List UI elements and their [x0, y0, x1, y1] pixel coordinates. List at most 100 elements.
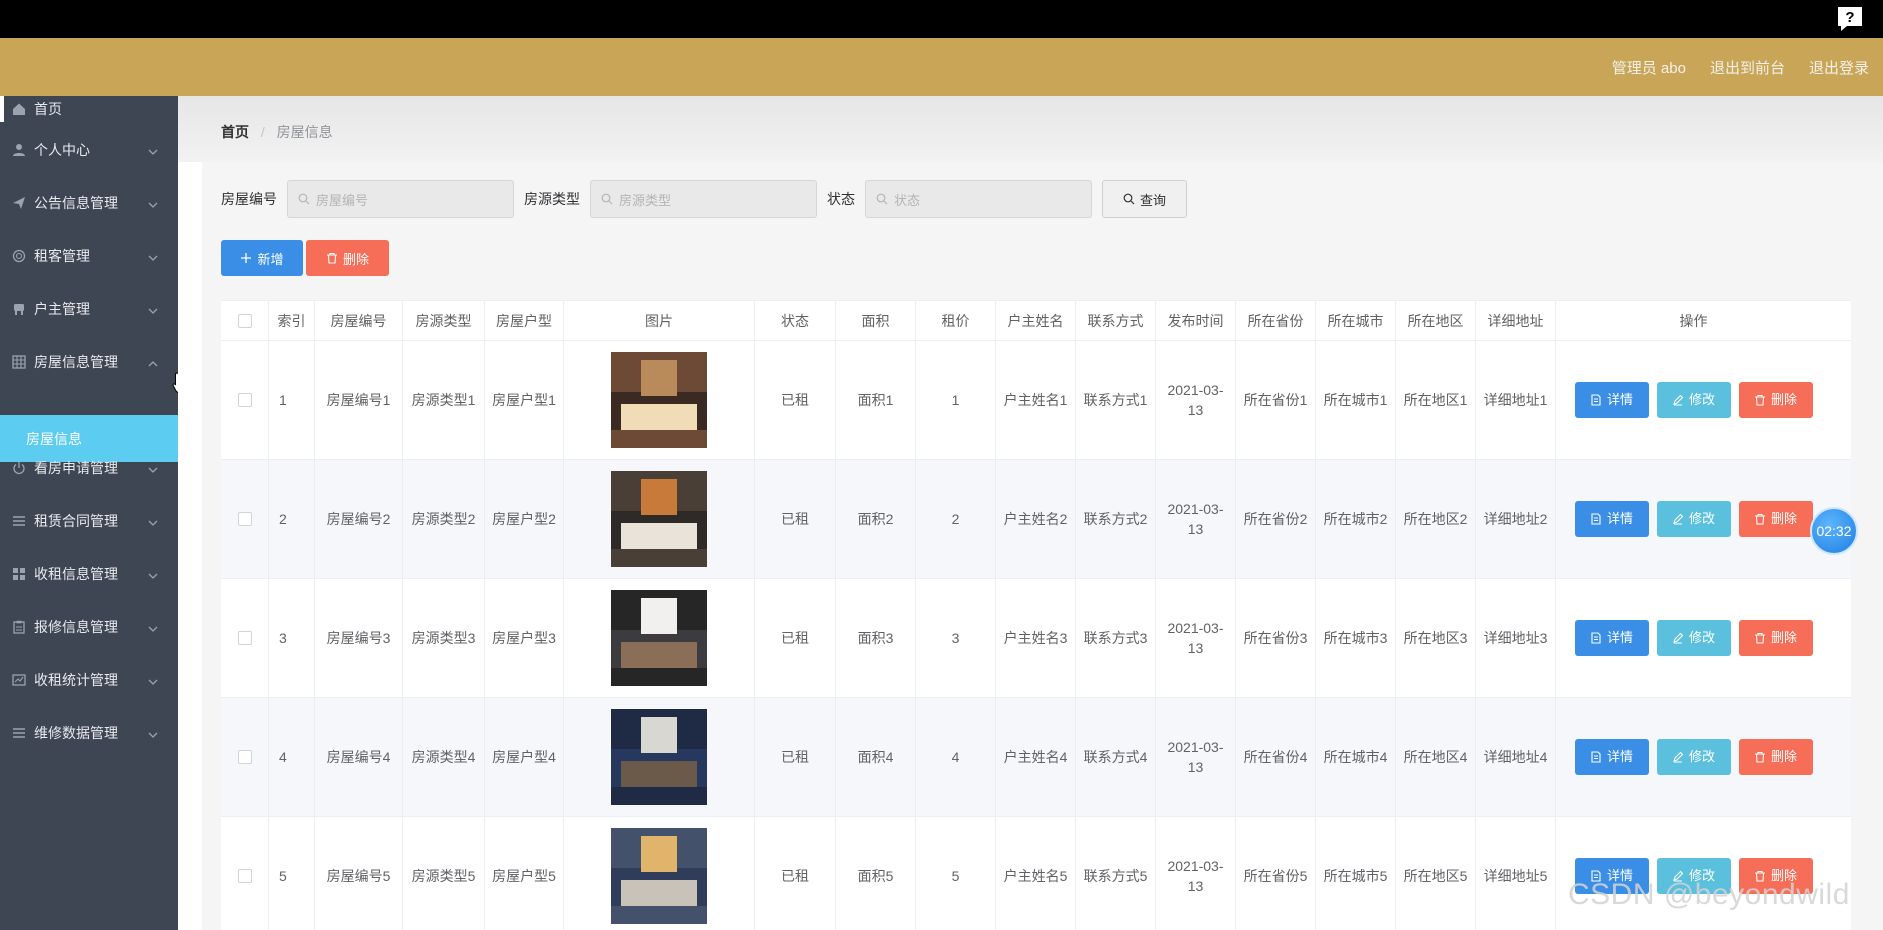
table-row: 1 房屋编号1 房源类型1 房屋户型1 已租 面积1 1 户主姓名1 联系方式1 2021-03-… [221, 341, 1851, 460]
breadcrumb-home[interactable]: 首页 [221, 124, 249, 140]
table-row: 2 房屋编号2 房源类型2 房屋户型2 已租 面积2 2 户主姓名2 联系方式2 2021-03-… [221, 460, 1851, 579]
sidebar-item-tenant[interactable]: 租客管理 [0, 229, 178, 282]
delete-button[interactable]: 删除 [1738, 739, 1813, 775]
sidebar-item-notice[interactable]: 公告信息管理 [0, 176, 178, 229]
header-select-all[interactable] [221, 301, 269, 340]
back-to-front-link[interactable]: 退出到前台 [1710, 57, 1785, 78]
grid-icon [11, 354, 27, 370]
cell-source-type: 房源类型2 [403, 460, 485, 578]
row-select-cell [221, 341, 269, 459]
breadcrumb: 首页 / 房屋信息 [221, 122, 333, 142]
watermark: CSDN @beyondwild [1568, 878, 1850, 911]
operations-cell: 详情 修改 删除 [1556, 341, 1831, 459]
sidebar-item-owner[interactable]: 户主管理 [0, 282, 178, 335]
edit-button[interactable]: 修改 [1656, 501, 1731, 537]
sidebar-item-viewing-request[interactable]: 看房申请管理 [0, 441, 178, 494]
sidebar-item-lease-contract[interactable]: 租赁合同管理 [0, 494, 178, 547]
column-header: 面积 [836, 301, 916, 340]
cell-province: 所在省份5 [1236, 817, 1316, 930]
select-all-checkbox[interactable] [237, 313, 252, 328]
row-select-cell [221, 460, 269, 578]
sidebar-item-repair[interactable]: 报修信息管理 [0, 600, 178, 653]
cell-city: 所在城市4 [1316, 698, 1396, 816]
help-icon[interactable]: ? [1835, 4, 1865, 34]
sidebar-item-label: 租客管理 [34, 247, 90, 264]
cell-district: 所在地区4 [1396, 698, 1476, 816]
cell-layout: 房屋户型5 [485, 817, 564, 930]
sidebar-item-rent-stats[interactable]: 收租统计管理 [0, 653, 178, 706]
document-icon [1591, 394, 1601, 406]
photo-cell [564, 698, 755, 816]
add-button[interactable]: 新增 [221, 240, 303, 276]
cell-province: 所在省份3 [1236, 579, 1316, 697]
column-header: 图片 [564, 301, 755, 340]
detail-button[interactable]: 详情 [1574, 501, 1649, 537]
detail-button[interactable]: 详情 [1574, 620, 1649, 656]
house-photo[interactable] [611, 352, 707, 448]
delete-button[interactable]: 删除 [1738, 382, 1813, 418]
row-checkbox[interactable] [237, 750, 252, 764]
status-placeholder: 状态 [894, 192, 921, 208]
source-type-placeholder: 房源类型 [619, 192, 672, 208]
house-no-placeholder: 房屋编号 [316, 192, 369, 208]
logout-link[interactable]: 退出登录 [1809, 57, 1869, 78]
house-photo[interactable] [611, 471, 707, 567]
sidebar-item-house-info-mgmt[interactable]: 房屋信息管理 [0, 335, 178, 388]
cell-province: 所在省份1 [1236, 341, 1316, 459]
delete-button[interactable]: 删除 [1738, 620, 1813, 656]
breadcrumb-separator: / [260, 124, 265, 140]
cell-address: 详细地址5 [1476, 817, 1556, 930]
cell-published: 2021-03-13 [1156, 460, 1236, 578]
query-button[interactable]: 查询 [1102, 180, 1187, 218]
sidebar-item-rent-collection[interactable]: 收租信息管理 [0, 547, 178, 600]
cell-contact: 联系方式2 [1076, 460, 1156, 578]
edit-button[interactable]: 修改 [1656, 620, 1731, 656]
detail-button[interactable]: 详情 [1574, 382, 1649, 418]
operations-cell: 详情 修改 删除 [1556, 817, 1831, 930]
trash-icon [1754, 632, 1765, 644]
detail-button[interactable]: 详情 [1574, 739, 1649, 775]
floating-timer[interactable]: 02:32 [1810, 507, 1858, 555]
table-row: 5 房屋编号5 房源类型5 房屋户型5 已租 面积5 5 户主姓名5 联系方式5 2021-03-… [221, 817, 1851, 930]
house-photo[interactable] [611, 590, 707, 686]
cell-contact: 联系方式4 [1076, 698, 1156, 816]
cell-owner: 户主姓名1 [996, 341, 1076, 459]
edit-button[interactable]: 修改 [1656, 382, 1731, 418]
list-icon [11, 513, 27, 529]
status-input[interactable]: 状态 [865, 180, 1092, 218]
sidebar-item-label: 个人中心 [34, 141, 90, 158]
row-checkbox[interactable] [237, 631, 252, 645]
search-icon [298, 193, 310, 205]
batch-delete-button[interactable]: 删除 [306, 240, 389, 276]
cell-index: 3 [269, 579, 315, 697]
source-type-input[interactable]: 房源类型 [590, 180, 817, 218]
cell-city: 所在城市2 [1316, 460, 1396, 578]
cell-address: 详细地址1 [1476, 341, 1556, 459]
cell-price: 5 [916, 817, 996, 930]
house-photo[interactable] [611, 709, 707, 805]
edit-button-label: 修改 [1688, 749, 1715, 764]
cell-status: 已租 [755, 698, 836, 816]
sidebar-item-label: 收租信息管理 [34, 565, 118, 582]
cell-house-no: 房屋编号3 [315, 579, 403, 697]
house-no-input[interactable]: 房屋编号 [287, 180, 514, 218]
cell-area: 面积2 [836, 460, 916, 578]
row-checkbox[interactable] [237, 869, 252, 883]
photo-cell [564, 341, 755, 459]
edit-button[interactable]: 修改 [1656, 739, 1731, 775]
cell-contact: 联系方式3 [1076, 579, 1156, 697]
cell-index: 5 [269, 817, 315, 930]
svg-text:?: ? [1845, 9, 1854, 26]
sidebar-item-personal-center[interactable]: 个人中心 [0, 123, 178, 176]
delete-button[interactable]: 删除 [1738, 501, 1813, 537]
row-checkbox[interactable] [237, 512, 252, 526]
cell-published: 2021-03-13 [1156, 341, 1236, 459]
cell-owner: 户主姓名2 [996, 460, 1076, 578]
trash-icon [1754, 751, 1765, 763]
cell-layout: 房屋户型4 [485, 698, 564, 816]
cell-layout: 房屋户型2 [485, 460, 564, 578]
row-checkbox[interactable] [237, 393, 252, 407]
sidebar-item-maintenance-data[interactable]: 维修数据管理 [0, 706, 178, 759]
house-photo[interactable] [611, 828, 707, 924]
cell-price: 4 [916, 698, 996, 816]
